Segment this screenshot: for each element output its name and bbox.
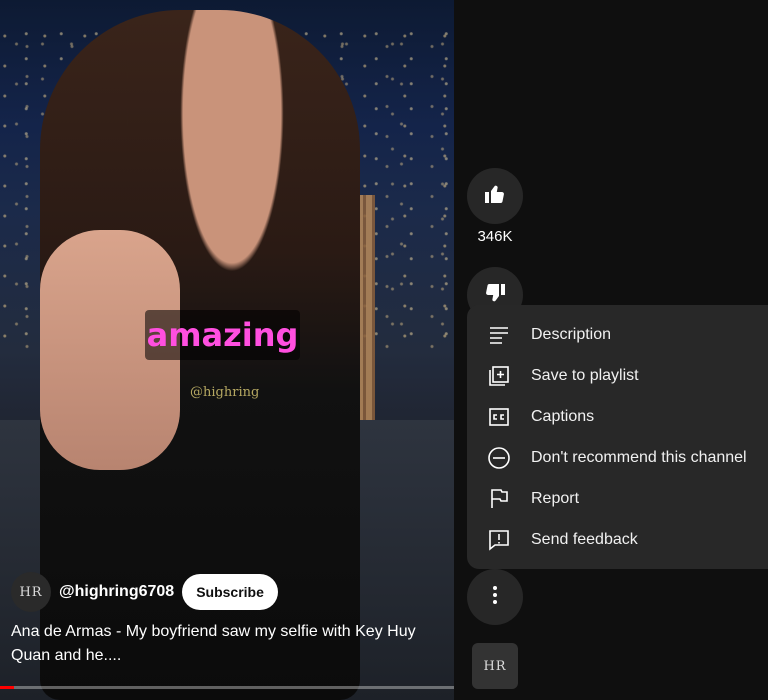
menu-item-captions[interactable]: Captions (467, 396, 768, 437)
video-progress-fill (0, 686, 14, 689)
flag-icon (467, 487, 531, 511)
menu-item-label: Report (531, 489, 580, 507)
video-watermark: @highring (190, 385, 260, 400)
playlist-add-icon (467, 364, 531, 388)
menu-item-label: Description (531, 325, 612, 343)
block-icon (467, 446, 531, 470)
feedback-icon (467, 528, 531, 552)
menu-item-send-feedback[interactable]: Send feedback (467, 519, 768, 560)
video-overlay-caption: amazing (145, 310, 300, 360)
description-icon (467, 323, 531, 347)
menu-item-report[interactable]: Report (467, 478, 768, 519)
video-player[interactable]: amazing @highring HR @highring6708 Subsc… (0, 0, 454, 700)
subscribe-button[interactable]: Subscribe (182, 574, 278, 610)
more-vertical-icon (483, 583, 507, 612)
video-title[interactable]: Ana de Armas - My boyfriend saw my selfi… (11, 620, 431, 668)
menu-item-dont-recommend[interactable]: Don't recommend this channel (467, 437, 768, 478)
menu-item-description[interactable]: Description (467, 314, 768, 355)
thumbs-up-icon (483, 182, 507, 211)
like-count: 346K (477, 228, 513, 245)
menu-item-label: Save to playlist (531, 366, 639, 384)
menu-item-label: Captions (531, 407, 595, 425)
menu-item-save-to-playlist[interactable]: Save to playlist (467, 355, 768, 396)
video-progress-bar[interactable] (0, 686, 454, 689)
more-actions-menu: Description Save to playlist Captions Do… (467, 305, 768, 569)
channel-handle[interactable]: @highring6708 (59, 583, 174, 601)
like-button[interactable] (467, 168, 523, 224)
channel-row: HR @highring6708 Subscribe (11, 572, 278, 612)
channel-avatar[interactable]: HR (11, 572, 51, 612)
captions-icon (467, 405, 531, 429)
channel-thumbnail[interactable]: HR (472, 643, 518, 689)
more-actions-button[interactable] (467, 569, 523, 625)
menu-item-label: Don't recommend this channel (531, 448, 747, 466)
menu-item-label: Send feedback (531, 530, 638, 548)
